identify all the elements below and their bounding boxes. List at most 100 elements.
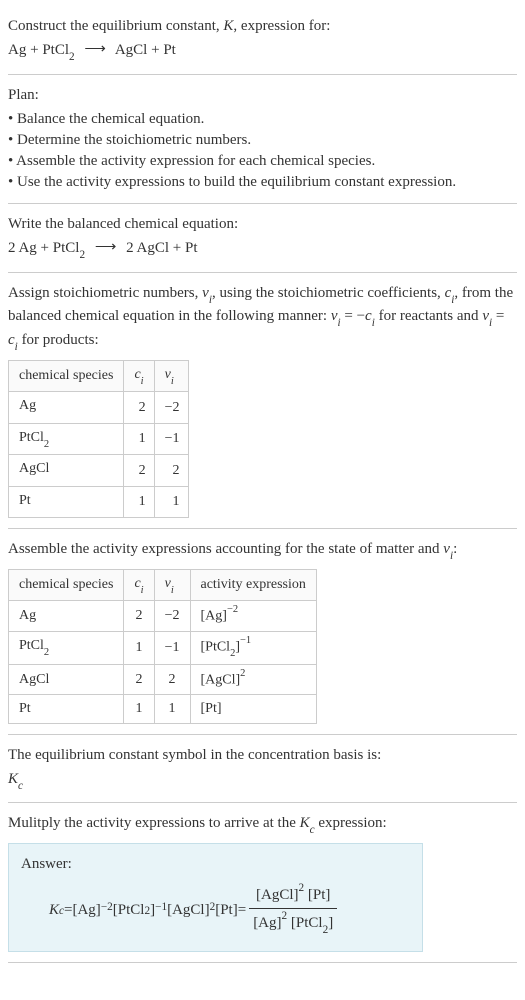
table-header-row: chemical species ci νi activity expressi… [9, 569, 317, 600]
cell-c: 1 [124, 631, 154, 664]
cell-nu: 2 [154, 664, 190, 694]
coeff: 2 [126, 240, 134, 256]
activity-text: Assemble the activity expressions accoun… [8, 539, 517, 563]
cell-species: Pt [9, 695, 124, 724]
text: Pt [19, 701, 31, 716]
var-K: K [8, 771, 18, 787]
var: ν [165, 576, 171, 591]
table-row: Ag 2 −2 [9, 392, 189, 423]
cell-species: AgCl [9, 455, 124, 486]
exponent: 2 [299, 882, 305, 894]
cell-c: 1 [124, 695, 154, 724]
exponent: −1 [240, 635, 251, 646]
table-header-row: chemical species c i νi [9, 360, 189, 391]
subscript: 2 [44, 647, 49, 658]
species: AgCl [137, 240, 170, 256]
exponent: −2 [227, 604, 238, 615]
text: expression: [315, 815, 387, 831]
var-nu: ν [482, 308, 489, 324]
text: Ag [19, 398, 36, 413]
term: [PtCl [291, 915, 323, 931]
text: Assemble the activity expressions accoun… [8, 541, 443, 557]
table-row: AgCl 2 2 [9, 455, 189, 486]
denominator: [Ag]2 [PtCl2] [249, 909, 337, 937]
col-nui: νi [154, 360, 188, 391]
intro-line1: Construct the equilibrium constant, K, e… [8, 16, 517, 37]
symbol-text: The equilibrium constant symbol in the c… [8, 745, 517, 766]
term: [Pt] [308, 887, 331, 903]
var-c: c [365, 308, 372, 324]
cell-nu: 1 [154, 486, 188, 517]
cell-nu: −1 [154, 631, 190, 664]
subscript: c [310, 824, 315, 836]
subscript: i [372, 317, 375, 329]
subscript: 2 [323, 924, 329, 936]
subscript: i [171, 585, 174, 596]
cell-nu: −2 [154, 601, 190, 631]
numerator: [AgCl]2 [Pt] [249, 883, 337, 909]
subscript: c [59, 904, 64, 920]
subscript: 2 [230, 648, 235, 659]
exponent: 2 [240, 668, 245, 679]
term: [Pt] [215, 900, 238, 921]
symbol-kc: Kc [8, 769, 517, 793]
plan-item: • Assemble the activity expression for e… [8, 151, 517, 172]
term: [PtCl [113, 900, 145, 921]
subscript: i [209, 294, 212, 306]
text: for products: [18, 332, 99, 348]
plan-header: Plan: [8, 85, 517, 106]
plus: + [37, 240, 53, 256]
text: AgCl [19, 672, 49, 687]
balanced-header: Write the balanced chemical equation: [8, 214, 517, 235]
arrow-icon: ⟶ [84, 39, 106, 60]
subscript: i [171, 376, 174, 387]
cell-c: 2 [124, 455, 154, 486]
cell-activity: [AgCl]2 [190, 664, 316, 694]
col-activity: activity expression [190, 569, 316, 600]
stoich-section: Assign stoichiometric numbers, νi, using… [8, 273, 517, 530]
activity-table: chemical species ci νi activity expressi… [8, 569, 317, 724]
text: [PtCl [201, 639, 231, 654]
subscript: i [451, 294, 454, 306]
plan-item: • Determine the stoichiometric numbers. [8, 130, 517, 151]
text: Assign stoichiometric numbers, [8, 285, 202, 301]
col-ci: ci [124, 569, 154, 600]
var-K: K [223, 18, 233, 34]
var-c: c [8, 332, 15, 348]
var: c [134, 367, 140, 382]
plus: + [147, 42, 163, 58]
text: : [453, 541, 457, 557]
kc-expression: Kc = [Ag]−2 [PtCl2]−1 [AgCl]2 [Pt] = [Ag… [21, 883, 410, 937]
var-nu: ν [443, 541, 450, 557]
var-nu: ν [202, 285, 209, 301]
plan-item: • Balance the chemical equation. [8, 109, 517, 130]
subscript: i [15, 341, 18, 353]
intro-section: Construct the equilibrium constant, K, e… [8, 6, 517, 75]
col-nui: νi [154, 569, 190, 600]
table-row: Pt 1 1 [Pt] [9, 695, 317, 724]
plan-list: • Balance the chemical equation. • Deter… [8, 109, 517, 193]
table-row: Pt 1 1 [9, 486, 189, 517]
text: Ag [19, 608, 36, 623]
coeff: 2 [8, 240, 16, 256]
cell-species: Ag [9, 392, 124, 423]
text: [Ag] [201, 609, 227, 624]
cell-species: PtCl2 [9, 631, 124, 664]
plan-section: Plan: • Balance the chemical equation. •… [8, 75, 517, 204]
answer-box: Answer: Kc = [Ag]−2 [PtCl2]−1 [AgCl]2 [P… [8, 843, 423, 952]
subscript: 2 [79, 249, 85, 261]
var-K: K [49, 900, 59, 921]
text: , using the stoichiometric coefficients, [212, 285, 445, 301]
subscript: 2 [144, 904, 150, 920]
final-section: Mulitply the activity expressions to arr… [8, 803, 517, 963]
subscript: i [337, 317, 340, 329]
symbol-section: The equilibrium constant symbol in the c… [8, 735, 517, 804]
exponent: −1 [155, 900, 167, 916]
stoich-table: chemical species ci νi Ag 2 −2 PtCl2 1 −… [8, 360, 189, 518]
cell-c: 2 [124, 392, 154, 423]
col-species: chemical species [9, 360, 124, 391]
col-species: chemical species [9, 569, 124, 600]
term: ] [328, 915, 333, 931]
cell-species: Ag [9, 601, 124, 631]
exponent: −2 [101, 900, 113, 916]
